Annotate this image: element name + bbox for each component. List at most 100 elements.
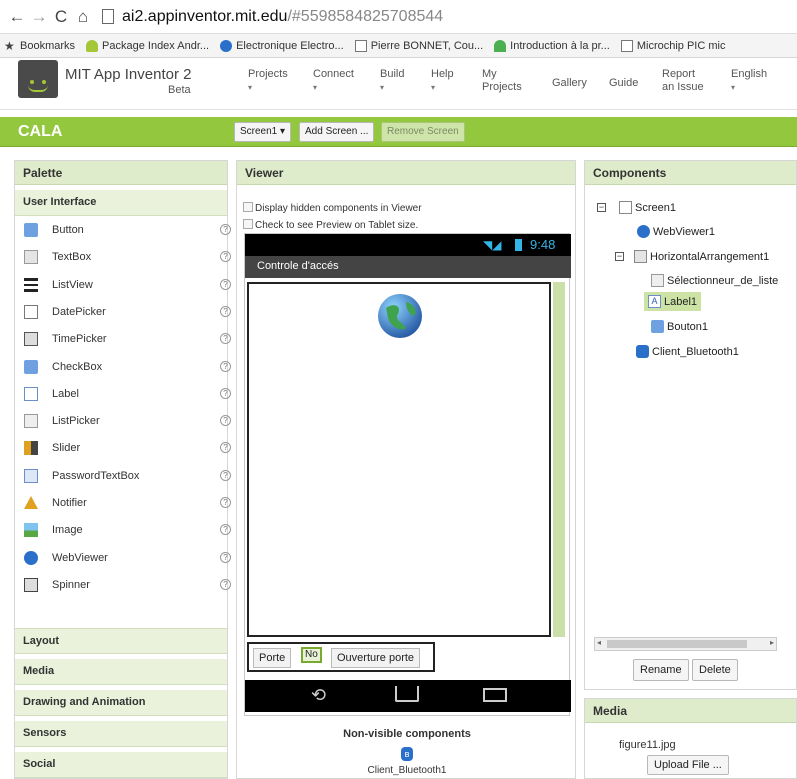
menu-my-projects[interactable]: My Projects [482,68,522,94]
menu-connect[interactable]: Connect ▾ [313,68,354,94]
palette-item-webviewer[interactable]: WebViewer? [15,545,231,572]
bookmark-label: Electronique Electro... [236,39,344,52]
scroll-left-icon[interactable]: ◂ [597,638,601,647]
help-icon[interactable]: ? [220,551,231,563]
label-no[interactable]: No [301,647,322,663]
reload-icon[interactable]: C [50,7,72,27]
url-field[interactable]: ai2.appinventor.mit.edu/#559858482570854… [102,8,443,26]
palette-item-notifier[interactable]: Notifier? [15,490,231,517]
help-icon[interactable]: ? [220,578,231,590]
delete-button[interactable]: Delete [692,659,738,681]
palette-item-button[interactable]: Button? [15,217,231,244]
forward-icon[interactable]: → [28,7,50,27]
app-header: MIT App Inventor 2 Beta Projects ▾ Connec… [0,58,797,110]
palette-item-passwordtextbox[interactable]: PasswordTextBox? [15,463,231,490]
help-icon[interactable]: ? [220,497,231,508]
rename-button[interactable]: Rename [633,659,689,681]
menu-help[interactable]: Help ▾ [431,68,454,94]
help-icon[interactable]: ? [220,305,231,317]
back-icon[interactable]: ← [6,7,28,27]
help-icon[interactable]: ? [220,442,231,454]
display-hidden-checkbox-row[interactable]: Display hidden components in Viewer [243,202,422,214]
screen-select[interactable]: Screen1 ▾ [234,122,292,142]
palette-category-media[interactable]: Media [15,659,227,685]
palette-category-drawing[interactable]: Drawing and Animation [15,690,227,716]
menu-guide[interactable]: Guide [609,77,638,90]
remove-screen-button[interactable]: Remove Screen [381,122,465,142]
button-icon [651,320,664,333]
help-icon[interactable]: ? [220,360,231,372]
screen-title-bar[interactable]: Controle d'accés [245,256,571,278]
tree-item-client-bluetooth1[interactable]: Client_Bluetooth1 [636,345,739,358]
palette-category-layout[interactable]: Layout [15,628,227,654]
palette-category-social[interactable]: Social [15,752,227,778]
tree-item-horizontalarrangement1[interactable]: HorizontalArrangement1 [634,250,769,263]
bookmark-introduction[interactable]: Introduction à la pr... [494,39,610,52]
chevron-down-icon: ▾ [731,83,736,92]
menu-language[interactable]: English ▾ [731,68,767,94]
help-icon[interactable]: ? [220,224,231,235]
tree-item-bouton1[interactable]: Bouton1 [651,320,708,333]
upload-file-button[interactable]: Upload File ... [647,755,729,775]
chevron-down-icon: ▾ [313,83,318,92]
horizontal-arrangement[interactable]: Porte No Ouverture porte [247,642,435,672]
palette-item-image[interactable]: Image? [15,517,231,544]
help-icon[interactable]: ? [220,251,231,263]
menu-report-issue[interactable]: Report an Issue [662,68,704,94]
help-icon[interactable]: ? [220,469,231,481]
palette-category-sensors[interactable]: Sensors [15,721,227,747]
palette-item-timepicker[interactable]: TimePicker? [15,326,231,353]
bookmark-pierre-bonnet[interactable]: Pierre BONNET, Cou... [354,39,483,52]
star-icon: ★ [4,38,15,53]
menu-build[interactable]: Build ▾ [380,68,404,94]
palette-item-spinner[interactable]: Spinner? [15,572,231,599]
scroll-thumb[interactable] [607,640,747,648]
scroll-right-icon[interactable]: ▸ [770,638,774,647]
bookmark-package-index[interactable]: Package Index Andr... [86,39,209,52]
button-icon [24,223,38,237]
palette-title: Palette [15,161,227,185]
tree-item-webviewer1[interactable]: WebViewer1 [637,225,715,238]
bookmark-bookmarks[interactable]: ★ Bookmarks [4,40,75,52]
collapse-harrangement-icon[interactable]: − [615,252,624,261]
bookmark-electronique[interactable]: Electronique Electro... [220,39,344,52]
tablet-preview-checkbox[interactable] [243,219,253,229]
palette-item-datepicker[interactable]: DatePicker? [15,299,231,326]
palette-item-slider[interactable]: Slider? [15,435,231,462]
tree-item-selectionneur[interactable]: Sélectionneur_de_liste [651,274,797,287]
tree-item-screen1[interactable]: Screen1 [619,201,676,214]
components-hscrollbar[interactable]: ◂ ▸ [594,637,777,651]
webviewer-component[interactable] [247,282,551,637]
chevron-down-icon: ▾ [380,83,385,92]
tablet-preview-checkbox-row[interactable]: Check to see Preview on Tablet size. [243,219,418,231]
help-icon[interactable]: ? [220,278,231,290]
bookmark-label: Introduction à la pr... [510,39,610,52]
help-icon[interactable]: ? [220,524,231,536]
palette-section-user-interface[interactable]: User Interface [15,190,227,216]
ouverture-porte-button[interactable]: Ouverture porte [331,648,421,668]
battery-icon [515,239,522,251]
help-icon[interactable]: ? [220,387,231,399]
palette-item-textbox[interactable]: TextBox? [15,244,231,271]
add-screen-button[interactable]: Add Screen ... [299,122,375,142]
viewer-scrollbar[interactable] [553,282,565,637]
tree-item-label1[interactable]: A Label1 [644,292,702,311]
palette-item-listview[interactable]: ListView? [15,272,231,299]
palette-item-listpicker[interactable]: ListPicker? [15,408,231,435]
collapse-screen1-icon[interactable]: − [597,203,606,212]
porte-button[interactable]: Porte [253,648,292,668]
menu-projects[interactable]: Projects ▾ [248,68,288,94]
bookmark-microchip[interactable]: Microchip PIC mic [620,39,725,52]
palette-item-label[interactable]: Label? [15,381,231,408]
display-hidden-checkbox[interactable] [243,202,253,212]
palette-item-checkbox[interactable]: CheckBox? [15,354,231,381]
components-panel: Components − Screen1 WebViewer1 − Horizo… [584,160,797,690]
help-icon[interactable]: ? [220,415,231,427]
bluetooth-icon[interactable]: ʙ [401,747,413,761]
menu-gallery[interactable]: Gallery [552,77,587,90]
help-icon[interactable]: ? [220,333,231,345]
logo-eye [30,80,34,84]
media-file[interactable]: figure11.jpg [619,739,676,751]
home-icon[interactable]: ⌂ [72,7,94,27]
app-inventor-logo-icon[interactable] [18,60,58,98]
